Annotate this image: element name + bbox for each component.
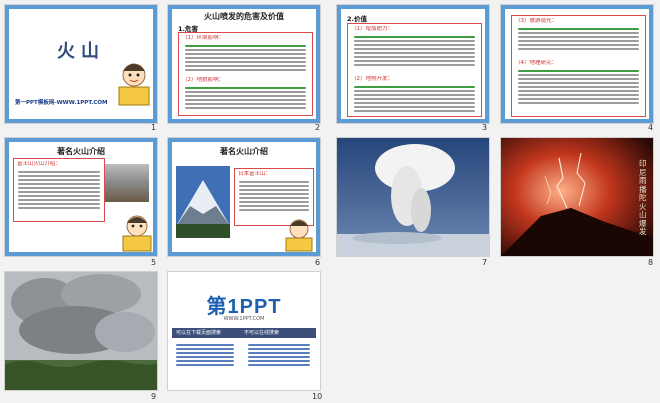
slide-footer: 第一PPT模板网-WWW.1PPT.COM bbox=[15, 100, 108, 106]
slide-number: 2 bbox=[315, 123, 321, 132]
highlight-label: （2）地貌影响： bbox=[182, 77, 224, 83]
logo-subtext: WWW.1PPT.COM bbox=[223, 316, 265, 322]
slide-thumbnail-1[interactable]: 火山 第一PPT模板网-WWW.1PPT.COM bbox=[4, 4, 158, 124]
text-box: （3）旅游观光： （4）地理研究： bbox=[511, 15, 646, 117]
pyroclastic-cloud-photo bbox=[5, 272, 157, 390]
info-bar-left: 可以在下载页面搜索 bbox=[176, 330, 222, 336]
slide-title: 火山喷发的危害及价值 bbox=[204, 11, 284, 21]
highlight-label: 富士山火山介绍： bbox=[17, 161, 62, 167]
info-bar: 可以在下载页面搜索 不可以在线搜索 bbox=[172, 328, 316, 338]
slide-caption: 印尼雨播陀火山爆发 bbox=[639, 159, 647, 236]
slide-number: 7 bbox=[482, 258, 488, 267]
cartoon-kid-illustration bbox=[121, 212, 153, 252]
highlight-label: （2）地热开发： bbox=[351, 76, 393, 82]
highlight-label: （4）地理研究： bbox=[515, 60, 557, 66]
slide-number: 8 bbox=[648, 258, 654, 267]
eruption-steam-photo bbox=[337, 138, 489, 256]
logo-1ppt: 第1PPT bbox=[168, 290, 320, 319]
highlight-label: 日本富士山： bbox=[238, 171, 272, 177]
cartoon-kid-illustration bbox=[284, 216, 314, 252]
lava-eruption-photo bbox=[501, 138, 653, 256]
slide-number: 1 bbox=[151, 123, 157, 132]
mount-fuji-photo bbox=[176, 166, 230, 238]
info-bar-right: 不可以在线搜索 bbox=[244, 330, 280, 336]
slide-thumbnail-8[interactable]: 印尼雨播陀火山爆发 bbox=[500, 137, 654, 257]
link-list-right bbox=[248, 342, 310, 368]
slide-number: 5 bbox=[151, 258, 157, 267]
slide-thumbnail-3[interactable]: 2.价值 （1）增加肥力： （2）地热开发： bbox=[336, 4, 490, 124]
slide-thumbnail-6[interactable]: 著名火山介绍 日本富士山： bbox=[167, 137, 321, 257]
slide-title: 著名火山介绍 bbox=[57, 146, 105, 156]
slide-thumbnail-9[interactable] bbox=[4, 271, 158, 391]
highlight-label: （3）旅游观光： bbox=[515, 18, 557, 24]
slide-thumbnail-10[interactable]: 第1PPT WWW.1PPT.COM 可以在下载页面搜索 不可以在线搜索 bbox=[167, 271, 321, 391]
volcano-photo bbox=[105, 164, 149, 202]
text-box: 富士山火山介绍： bbox=[13, 158, 105, 222]
slide-title: 著名火山介绍 bbox=[220, 146, 268, 156]
highlight-label: （1）增加肥力： bbox=[351, 26, 393, 32]
slide-number: 9 bbox=[151, 392, 157, 401]
logo-main-text: 第1PPT bbox=[206, 296, 282, 318]
slide-number: 3 bbox=[482, 123, 488, 132]
link-list-left bbox=[176, 342, 234, 368]
slide-number: 4 bbox=[648, 123, 654, 132]
highlight-label: （1）环境影响： bbox=[182, 35, 224, 41]
slide-number: 6 bbox=[315, 258, 321, 267]
slide-thumbnail-2[interactable]: 火山喷发的危害及价值 1.危害 （1）环境影响： （2）地貌影响： bbox=[167, 4, 321, 124]
text-box: （1）环境影响： （2）地貌影响： bbox=[178, 32, 313, 116]
slide-thumbnail-5[interactable]: 著名火山介绍 富士山火山介绍： bbox=[4, 137, 158, 257]
slide-thumbnail-7[interactable] bbox=[336, 137, 490, 257]
slide-number: 10 bbox=[312, 392, 323, 401]
slide-thumbnail-4[interactable]: （3）旅游观光： （4）地理研究： bbox=[500, 4, 654, 124]
cartoon-kid-illustration bbox=[117, 57, 151, 107]
text-box: （1）增加肥力： （2）地热开发： bbox=[347, 23, 482, 117]
slide-subtitle: 2.价值 bbox=[347, 15, 367, 23]
